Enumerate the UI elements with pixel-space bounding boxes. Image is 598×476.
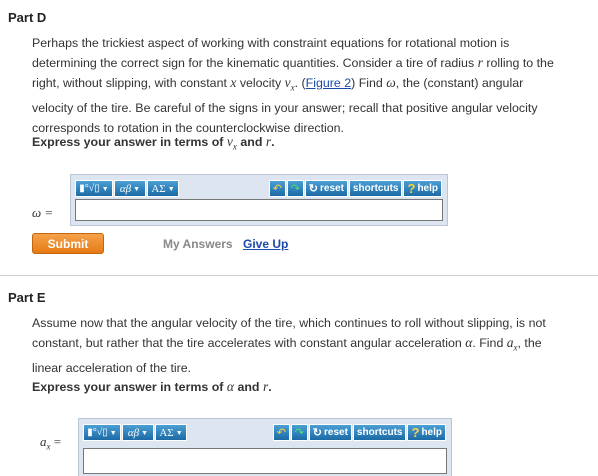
give-up-link[interactable]: Give Up (243, 237, 288, 251)
help-button-e[interactable]: ? help (407, 424, 446, 441)
help-icon: ? (407, 181, 416, 196)
redo-icon-e[interactable]: ↷ (290, 424, 308, 441)
undo-icon-e[interactable]: ↶ (272, 424, 290, 441)
shortcuts-button[interactable]: shortcuts (348, 180, 403, 197)
part-e-prompt: Assume now that the angular velocity of … (32, 316, 546, 375)
submit-button[interactable]: Submit (32, 233, 104, 254)
ax-symbol: ax (506, 335, 518, 353)
symbols-button-e[interactable]: ΑΣ ▼ (155, 424, 187, 441)
shortcuts-button-e[interactable]: shortcuts (352, 424, 407, 441)
templates-button[interactable]: ▮°√▯ ▼ (75, 180, 113, 197)
redo-icon[interactable]: ↷ (286, 180, 304, 197)
help-icon-e: ? (411, 425, 420, 440)
part-d-answer-box: ▮°√▯ ▼ αβ ▼ ΑΣ ▼ ↶ ↷ ↻ reset shortcuts ? help (70, 174, 448, 226)
part-d-title: Part D (8, 10, 47, 25)
part-d-right-tools: ↶ ↷ ↻ reset shortcuts ? help (268, 180, 443, 197)
omega-label: ω = (32, 205, 54, 220)
vx-symbol-express: vx (226, 134, 237, 152)
part-divider (0, 275, 598, 276)
help-button[interactable]: ? help (403, 180, 442, 197)
greek-button-e[interactable]: αβ ▼ (122, 424, 154, 441)
part-d-toolbar: ▮°√▯ ▼ αβ ▼ ΑΣ ▼ (75, 180, 180, 197)
undo-icon[interactable]: ↶ (268, 180, 286, 197)
my-answers-link[interactable]: My Answers (163, 237, 233, 251)
part-e-right-tools: ↶ ↷ ↻ reset shortcuts ? help (272, 424, 447, 441)
symbols-button[interactable]: ΑΣ ▼ (147, 180, 179, 197)
reset-icon: ↻ (308, 183, 319, 195)
part-d-express: Express your answer in terms of vx and r… (32, 134, 275, 152)
ax-label: ax = (40, 434, 62, 452)
reset-icon-e: ↻ (312, 427, 323, 439)
part-e-answer-input[interactable] (83, 448, 447, 474)
part-d-answer-input[interactable] (75, 199, 443, 221)
part-e-title: Part E (8, 290, 46, 305)
reset-button-e[interactable]: ↻ reset (308, 424, 352, 441)
part-e-answer-box: ▮°√▯ ▼ αβ ▼ ΑΣ ▼ ↶ ↷ ↻ reset shortcuts ? help (78, 418, 452, 476)
greek-button[interactable]: αβ ▼ (114, 180, 146, 197)
templates-button-e[interactable]: ▮°√▯ ▼ (83, 424, 121, 441)
part-e-toolbar: ▮°√▯ ▼ αβ ▼ ΑΣ ▼ (83, 424, 188, 441)
reset-button[interactable]: ↻ reset (304, 180, 348, 197)
figure-2-link[interactable]: Figure 2 (306, 76, 351, 90)
part-d-prompt: Perhaps the trickiest aspect of working … (32, 36, 554, 135)
vx-symbol: vx (284, 75, 295, 93)
part-e-express: Express your answer in terms of α and r. (32, 379, 272, 394)
